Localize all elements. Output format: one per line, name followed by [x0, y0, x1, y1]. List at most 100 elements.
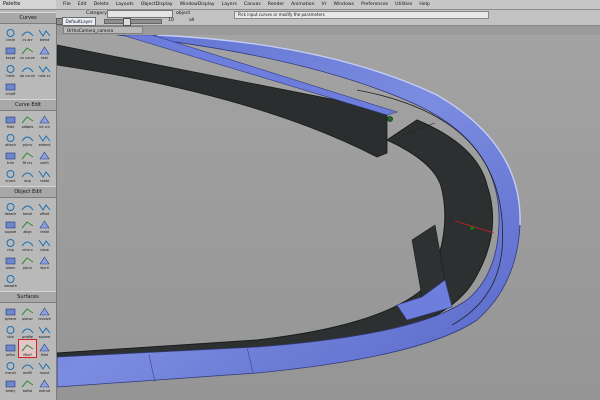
- rebuild-icon: [38, 170, 51, 178]
- palette-tool-adorn[interactable]: adorn: [2, 253, 19, 270]
- menu-utilities[interactable]: Utilities: [395, 2, 412, 7]
- ballast-icon: [21, 380, 34, 388]
- palette-tool-fillet[interactable]: fillet: [36, 340, 53, 357]
- menu-canvas[interactable]: Canvas: [244, 2, 261, 7]
- palette-tool-label: keypt: [5, 56, 16, 60]
- palette-grid: detach bevel offset square align rebld ring rch…: [0, 198, 56, 289]
- layer-all-toggle[interactable]: all: [189, 18, 194, 23]
- palette-tool-label: msrail: [5, 371, 16, 375]
- palette-tool-rchcrv[interactable]: rchcrv: [19, 235, 36, 252]
- menu-render[interactable]: Render: [268, 2, 284, 7]
- fillet-surface-icon: [39, 343, 50, 352]
- extrude-icon: [39, 379, 50, 388]
- palette-tool-bevel[interactable]: bevel: [19, 199, 36, 216]
- menu-edit[interactable]: Edit: [78, 2, 87, 7]
- palette-tool-keypt[interactable]: keypt: [2, 43, 19, 60]
- extend-icon: [38, 134, 51, 142]
- palette-tool-skin[interactable]: skin: [2, 322, 19, 339]
- menu-layers[interactable]: Layers: [222, 2, 237, 7]
- palette-tool-circle[interactable]: circle: [2, 25, 19, 42]
- menu-animation[interactable]: Animation: [291, 2, 314, 7]
- palette-tool-label: crvsct: [5, 179, 16, 183]
- modeling-viewport[interactable]: [57, 35, 600, 400]
- control-point[interactable]: [387, 116, 393, 122]
- menu-layouts[interactable]: Layouts: [116, 2, 134, 7]
- palette-tool-round[interactable]: round: [36, 358, 53, 375]
- palette-tool-blend[interactable]: blend: [36, 25, 53, 42]
- palette-tool-smooth[interactable]: smooth: [2, 271, 19, 288]
- palette-tool-align[interactable]: align: [19, 217, 36, 234]
- multi-rail-icon: [6, 362, 15, 370]
- palette-section-header[interactable]: Curves: [0, 12, 56, 24]
- palette-tool-square[interactable]: square: [36, 322, 53, 339]
- palette-tool-extend[interactable]: extend: [36, 130, 53, 147]
- adorn-icon: [5, 257, 16, 265]
- menu-help[interactable]: Help: [419, 2, 429, 7]
- layer-tab-default[interactable]: DefaultLayer: [62, 17, 96, 26]
- attach-icon: [6, 134, 15, 142]
- palette-tool-msrfll[interactable]: msrfll: [19, 358, 36, 375]
- palette-tool-close[interactable]: close: [36, 235, 53, 252]
- menu-windows[interactable]: Windows: [334, 2, 355, 7]
- menu-vr[interactable]: Vr: [322, 2, 327, 7]
- palette-tool-label: msrfll: [22, 371, 33, 375]
- palette-tool-bndry[interactable]: bndry: [2, 376, 19, 393]
- palette-section-header[interactable]: Curve Edit: [0, 99, 56, 111]
- palette-tool-fillsrf[interactable]: fillsrf: [18, 339, 37, 358]
- palette-tool-rebld[interactable]: rebld: [36, 166, 53, 183]
- palette-tool-label: profile: [22, 335, 33, 339]
- palette-tool-styrtl[interactable]: styrtl: [36, 253, 53, 270]
- palette-tool-extrud[interactable]: extrud: [36, 376, 53, 393]
- palette-tool-detach[interactable]: detach: [2, 199, 19, 216]
- fit-curve-icon: [21, 152, 34, 160]
- palette-tool-square[interactable]: square: [2, 217, 19, 234]
- multi-fillet-icon: [21, 364, 34, 370]
- palette-tool-helix[interactable]: helix: [2, 61, 19, 78]
- palette-tool-label: planar: [22, 317, 33, 321]
- palette-tool-crvoff[interactable]: crvoff: [2, 79, 19, 96]
- palette-tool-smth[interactable]: smth: [36, 148, 53, 165]
- palette-tool-profile[interactable]: profile: [19, 322, 36, 339]
- menu-preferences[interactable]: Preferences: [361, 2, 388, 7]
- palette-tool-cv-arc[interactable]: cv arc: [19, 25, 36, 42]
- palette-tool-ep-curve[interactable]: ep curve: [19, 61, 36, 78]
- palette-tool-addpts[interactable]: addpts: [19, 112, 36, 129]
- text-curve-icon: [39, 46, 50, 55]
- palette-section-header[interactable]: Surfaces: [0, 291, 56, 303]
- palette-section-header[interactable]: Object Edit: [0, 186, 56, 198]
- palette-tool-dup[interactable]: dup: [19, 166, 36, 183]
- palette-tool-pljcrv[interactable]: pljcrv: [19, 253, 36, 270]
- palette-tool-cv-curve[interactable]: cv curve: [19, 43, 36, 60]
- palette-tool-offset[interactable]: offset: [36, 199, 53, 216]
- menu-objectdisplay[interactable]: ObjectDisplay: [141, 2, 173, 7]
- menu-file[interactable]: File: [63, 2, 71, 7]
- category-field[interactable]: [107, 10, 173, 18]
- palette-tool-prjcrv[interactable]: prjcrv: [19, 130, 36, 147]
- palette-tool-fit-crv[interactable]: fit crv: [19, 148, 36, 165]
- helix-icon: [6, 65, 15, 73]
- palette-tool-attach[interactable]: attach: [2, 130, 19, 147]
- palette-tool-msrail[interactable]: msrail: [2, 358, 19, 375]
- palette-tool-ballst[interactable]: ballst: [19, 376, 36, 393]
- smooth-object-icon: [6, 275, 15, 283]
- palette-tool-ring[interactable]: ring: [2, 235, 19, 252]
- palette-tool-prflcs[interactable]: prflcs: [2, 340, 19, 357]
- palette-grid: circle cv arc blend keypt cv curve text helix e…: [0, 24, 56, 97]
- layer-slider-knob[interactable]: [123, 18, 131, 26]
- offset-icon: [38, 203, 51, 211]
- palette-tool-trim[interactable]: trim: [2, 148, 19, 165]
- duplicate-icon: [21, 172, 34, 178]
- layer-slider[interactable]: [104, 18, 162, 26]
- palette-tool-text[interactable]: text: [36, 43, 53, 60]
- menu-windowdisplay[interactable]: WindowDisplay: [180, 2, 215, 7]
- menu-delete[interactable]: Delete: [94, 2, 109, 7]
- palette-tool-crvsct[interactable]: crvsct: [2, 166, 19, 183]
- palette-tool-revolve[interactable]: revolve: [36, 304, 53, 321]
- palette-tool-int-crv[interactable]: int crv: [36, 112, 53, 129]
- palette-tool-sphere[interactable]: sphere: [2, 304, 19, 321]
- palette-tool-fillet[interactable]: fillet: [2, 112, 19, 129]
- palette-tool-new-cv[interactable]: new cv: [36, 61, 53, 78]
- view-window-tab[interactable]: OrthoCamera_camera: [63, 26, 143, 34]
- palette-tool-planar[interactable]: planar: [19, 304, 36, 321]
- palette-tool-rebld[interactable]: rebld: [36, 217, 53, 234]
